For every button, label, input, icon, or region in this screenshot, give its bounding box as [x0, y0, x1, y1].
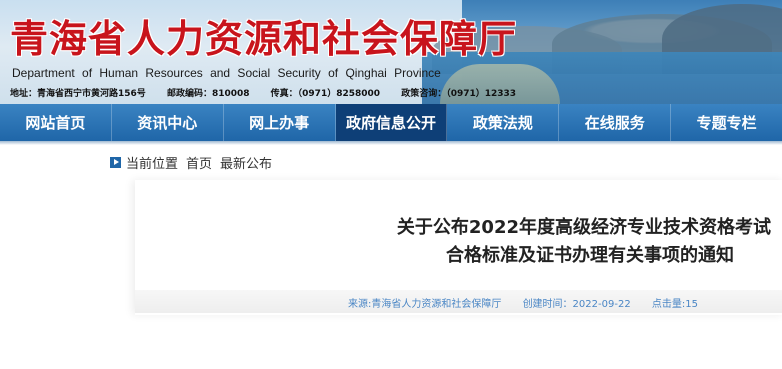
article-card: 关于公布2022年度高级经济专业技术资格考试 合格标准及证书办理有关事项的通知 … — [135, 180, 782, 315]
article-title-line1: 关于公布2022年度高级经济专业技术资格考试 — [396, 217, 771, 238]
nav-item-topics[interactable]: 专题专栏 — [671, 104, 782, 141]
nav-shadow — [0, 141, 782, 145]
article-click-count: 点击量:15 — [651, 299, 698, 310]
site-english-name: Department of Human Resources and Social… — [12, 66, 441, 80]
nav-item-online-services[interactable]: 网上办事 — [224, 104, 336, 141]
header-banner: 青海省人力资源和社会保障厅 Department of Human Resour… — [0, 0, 782, 104]
breadcrumb-current-link[interactable]: 最新公布 — [220, 153, 272, 172]
article-meta-bar: 来源:青海省人力资源和社会保障厅 创建时间：2022-09-22 点击量:15 — [135, 290, 782, 313]
site-title: 青海省人力资源和社会保障厅 — [10, 16, 518, 61]
article-source: 来源:青海省人力资源和社会保障厅 — [348, 299, 502, 310]
article-title-line2: 合格标准及证书办理有关事项的通知 — [446, 245, 734, 266]
breadcrumb-home-link[interactable]: 首页 — [186, 153, 212, 172]
site-hotline: 政策咨询：（0971）12333 — [401, 89, 517, 99]
article-created-date: 创建时间：2022-09-22 — [522, 299, 631, 310]
main-nav: 网站首页 资讯中心 网上办事 政府信息公开 政策法规 在线服务 专题专栏 — [0, 104, 782, 141]
location-arrow-icon — [110, 156, 121, 168]
nav-item-gov-info[interactable]: 政府信息公开 — [335, 104, 448, 141]
nav-item-home[interactable]: 网站首页 — [0, 104, 112, 141]
site-fax: 传真：（0971）8258000 — [270, 89, 381, 99]
nav-item-online-service[interactable]: 在线服务 — [559, 104, 672, 141]
site-contact-info: 地址：青海省西宁市黄河路156号 邮政编码：810008 传真：（0971）82… — [10, 86, 534, 99]
breadcrumb-label: 当前位置 — [126, 156, 179, 172]
nav-item-news[interactable]: 资讯中心 — [112, 104, 224, 141]
nav-item-policies[interactable]: 政策法规 — [447, 104, 560, 141]
site-address: 地址：青海省西宁市黄河路156号 — [10, 89, 146, 99]
breadcrumb: 当前位置 首页 最新公布 — [110, 152, 272, 172]
site-postcode: 邮政编码：810008 — [166, 89, 250, 99]
article-meta: 来源:青海省人力资源和社会保障厅 创建时间：2022-09-22 点击量:15 — [348, 295, 716, 310]
